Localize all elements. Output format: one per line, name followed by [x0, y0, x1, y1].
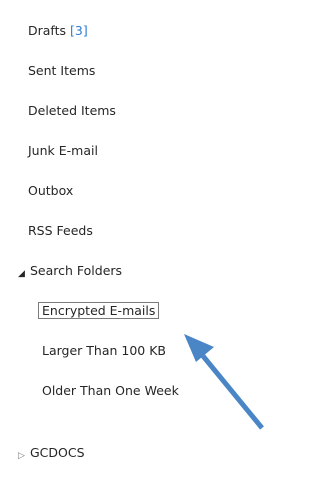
folder-pane: Drafts [3] Sent Items Deleted Items Junk…: [0, 0, 264, 481]
blue-arrow-icon: [184, 334, 264, 430]
